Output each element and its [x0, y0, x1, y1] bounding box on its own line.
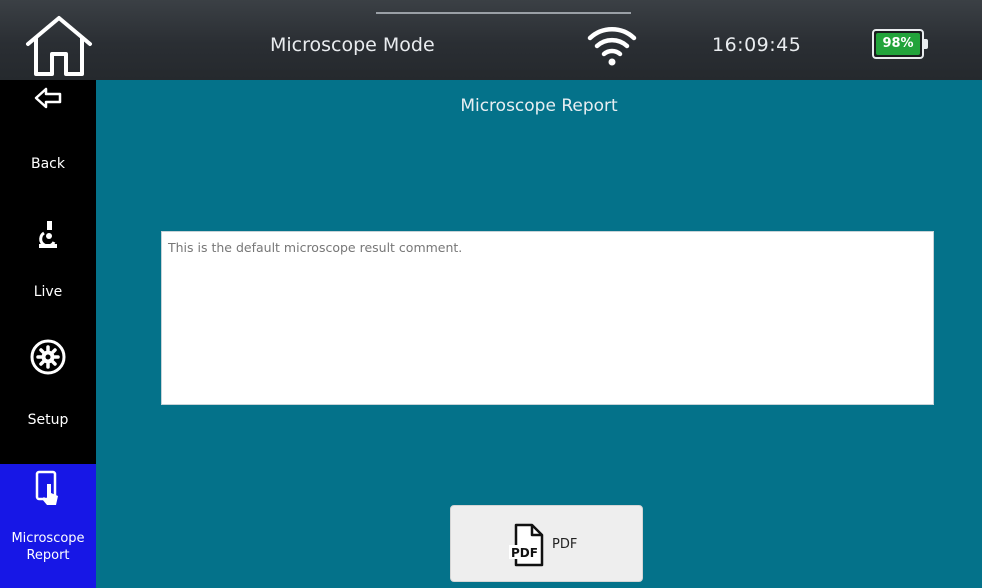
sidebar-item-label-line1: Microscope [11, 531, 85, 546]
battery-level: 98% [876, 33, 920, 55]
wifi-icon [586, 24, 638, 68]
comment-textarea[interactable]: This is the default microscope result co… [161, 231, 934, 405]
sidebar-item-back[interactable]: Back [0, 80, 96, 208]
home-button[interactable] [22, 14, 96, 78]
device-screen: Microscope Mode 16:09:45 98% Back Live S… [0, 0, 987, 588]
screen-edge [982, 0, 987, 588]
status-bar: Microscope Mode 16:09:45 98% [0, 0, 982, 80]
battery-cap [924, 39, 928, 49]
pdf-button-label: PDF [552, 537, 578, 552]
mode-title: Microscope Mode [270, 34, 435, 56]
page-title: Microscope Report [460, 96, 618, 116]
sidebar-item-label: Setup [27, 412, 69, 428]
gear-icon [0, 338, 96, 376]
clock: 16:09:45 [712, 34, 802, 56]
sidebar-item-microscope-report[interactable]: Microscope Report [0, 464, 96, 588]
microscope-icon [0, 220, 96, 250]
top-notch-line [376, 12, 631, 14]
pdf-button[interactable]: PDF PDF [450, 505, 643, 582]
sidebar-item-label-line2: Report [26, 548, 70, 563]
sidebar-item-label: Microscope Report [0, 530, 96, 564]
back-arrow-icon [0, 86, 96, 110]
home-icon [26, 16, 92, 76]
pdf-icon-text: PDF [511, 546, 538, 560]
sidebar-item-label: Back [31, 156, 65, 172]
battery-indicator: 98% [872, 29, 928, 59]
sidebar-item-label: Live [33, 284, 63, 300]
sidebar-item-setup[interactable]: Setup [0, 336, 96, 464]
pdf-file-icon: PDF [509, 523, 544, 567]
sidebar: Back Live Setup Microscope Report [0, 80, 96, 588]
sidebar-item-live[interactable]: Live [0, 208, 96, 336]
report-panel: Microscope Report This is the default mi… [96, 80, 982, 588]
tablet-touch-icon [0, 470, 96, 508]
